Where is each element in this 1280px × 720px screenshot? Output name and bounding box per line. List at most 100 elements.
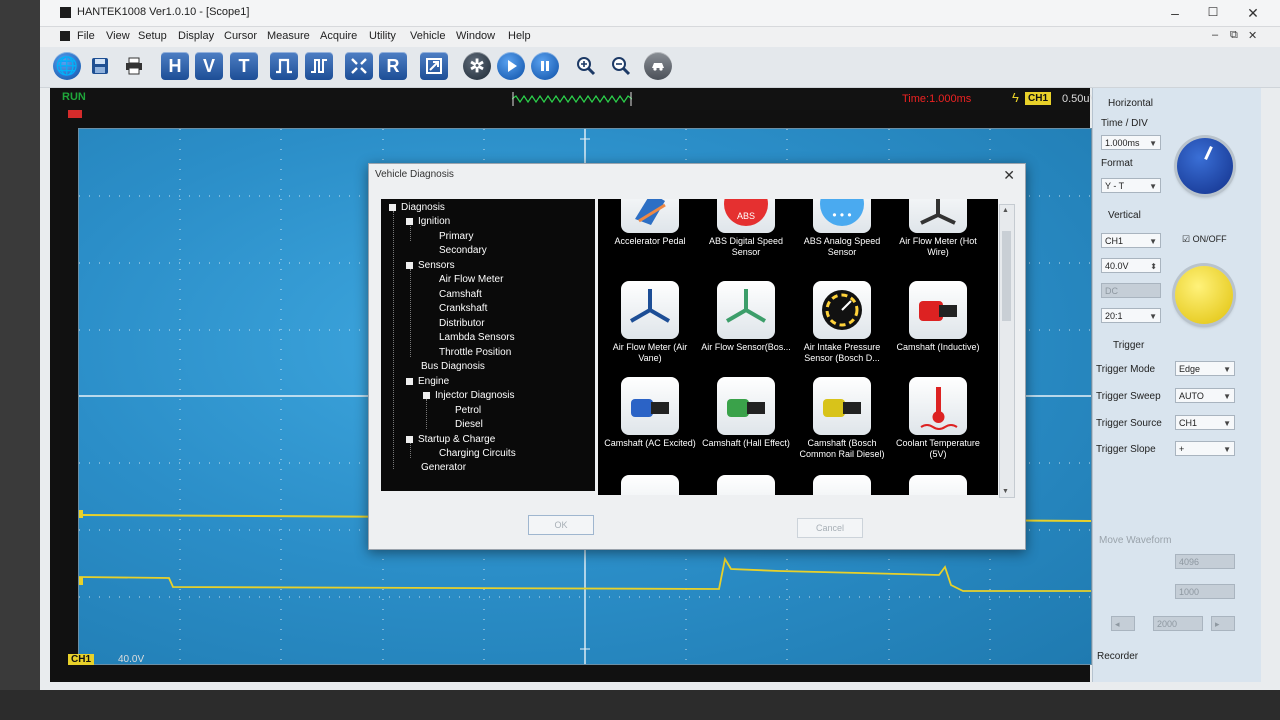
tree-item-distributor[interactable]: Distributor	[439, 318, 485, 329]
scroll-down-icon[interactable]: ▼	[1002, 488, 1009, 495]
tile-partial-3[interactable]	[794, 475, 890, 495]
reference-button[interactable]: R	[379, 52, 407, 80]
print-icon[interactable]	[120, 52, 148, 80]
menu-vehicle[interactable]: Vehicle	[410, 30, 445, 42]
tree-item-lambda-sensors[interactable]: Lambda Sensors	[439, 332, 515, 343]
trigger-position-marker[interactable]	[68, 110, 82, 118]
app-icon	[60, 7, 71, 18]
cancel-button[interactable]: Cancel	[797, 518, 863, 538]
menu-display[interactable]: Display	[178, 30, 214, 42]
globe-icon[interactable]: 🌐	[53, 52, 81, 80]
tree-item-ignition[interactable]: Ignition	[406, 216, 450, 227]
tile-air-intake-pressure-sensor[interactable]: Air Intake Pressure Sensor (Bosch D...	[794, 281, 890, 364]
menu-cursor[interactable]: Cursor	[224, 30, 257, 42]
scroll-up-icon[interactable]: ▲	[1002, 207, 1009, 214]
tree-item-secondary[interactable]: Secondary	[439, 245, 487, 256]
move-right-button[interactable]: ▸	[1211, 616, 1235, 631]
mdi-close-button[interactable]: ✕	[1248, 29, 1257, 42]
tree-item-air-flow-meter[interactable]: Air Flow Meter	[439, 274, 503, 285]
format-select[interactable]: Y - T ▼	[1101, 178, 1161, 193]
tree-item-injector-diagnosis[interactable]: Injector Diagnosis	[423, 390, 514, 401]
scroll-thumb[interactable]	[1002, 231, 1011, 321]
tree-item-bus-diagnosis[interactable]: Bus Diagnosis	[421, 361, 485, 372]
waveform-overview[interactable]	[512, 92, 632, 106]
trigger-sweep-select[interactable]: AUTO ▼	[1175, 388, 1235, 403]
zoom-out-icon[interactable]	[607, 52, 635, 80]
trigger-button[interactable]: T	[230, 52, 258, 80]
trigger-bolt-icon: ϟ	[1012, 90, 1019, 105]
menu-view[interactable]: View	[106, 30, 130, 42]
menu-file[interactable]: File	[77, 30, 95, 42]
tile-air-flow-sensor-bosch[interactable]: Air Flow Sensor(Bos...	[698, 281, 794, 353]
tree-item-startup-charge[interactable]: Startup & Charge	[406, 434, 495, 445]
tile-abs-digital-speed-sensor[interactable]: ABS ABS Digital Speed Sensor	[698, 199, 794, 258]
move-value-field[interactable]: 4096	[1175, 554, 1235, 569]
save-icon[interactable]	[86, 52, 114, 80]
export-icon[interactable]	[420, 52, 448, 80]
trigger-mode-select[interactable]: Edge ▼	[1175, 361, 1235, 376]
auto-set-icon[interactable]	[345, 52, 373, 80]
gear-icon[interactable]: ✲	[463, 52, 491, 80]
channel-select[interactable]: CH1 ▼	[1101, 233, 1161, 248]
time-div-select[interactable]: 1.000ms ▼	[1101, 135, 1161, 150]
tree-item-charging-circuits[interactable]: Charging Circuits	[439, 448, 516, 459]
play-icon[interactable]	[497, 52, 525, 80]
menu-setup[interactable]: Setup	[138, 30, 167, 42]
menu-measure[interactable]: Measure	[267, 30, 310, 42]
time-knob[interactable]	[1177, 138, 1233, 194]
tile-camshaft-inductive[interactable]: Camshaft (Inductive)	[890, 281, 986, 353]
tile-partial-2[interactable]	[698, 475, 794, 495]
car-icon[interactable]	[644, 52, 672, 80]
tile-camshaft-ac-excited[interactable]: Camshaft (AC Excited)	[602, 377, 698, 449]
minimize-button[interactable]: –	[1165, 5, 1185, 21]
move-position-field[interactable]: 2000	[1153, 616, 1203, 631]
volts-stepper[interactable]: 40.0V ⬍	[1101, 258, 1161, 273]
trigger-source-select[interactable]: CH1 ▼	[1175, 415, 1235, 430]
tile-partial-1[interactable]	[602, 475, 698, 495]
tile-coolant-temperature[interactable]: Coolant Temperature (5V)	[890, 377, 986, 460]
zoom-in-icon[interactable]	[572, 52, 600, 80]
pulse-icon[interactable]	[270, 52, 298, 80]
sensor-yellow-icon	[813, 377, 871, 435]
mdi-restore-button[interactable]: ⧉	[1230, 29, 1238, 42]
tree-item-diesel[interactable]: Diesel	[455, 419, 483, 430]
trigger-slope-select[interactable]: + ▼	[1175, 441, 1235, 456]
pulse-invert-icon[interactable]	[305, 52, 333, 80]
tree-item-crankshaft[interactable]: Crankshaft	[439, 303, 487, 314]
horizontal-button[interactable]: H	[161, 52, 189, 80]
tile-partial-4[interactable]	[890, 475, 986, 495]
menu-acquire[interactable]: Acquire	[320, 30, 357, 42]
trigger-slope-label: Trigger Slope	[1096, 444, 1156, 455]
mdi-minimize-button[interactable]: –	[1212, 29, 1218, 41]
tree-item-primary[interactable]: Primary	[439, 231, 473, 242]
tree-item-petrol[interactable]: Petrol	[455, 405, 481, 416]
move-left-button[interactable]: ◂	[1111, 616, 1135, 631]
tree-item-diagnosis[interactable]: Diagnosis	[389, 202, 445, 213]
menu-help[interactable]: Help	[508, 30, 531, 42]
volts-knob[interactable]	[1175, 266, 1233, 324]
coupling-select[interactable]: DC	[1101, 283, 1161, 298]
tile-air-flow-meter-air-vane[interactable]: Air Flow Meter (Air Vane)	[602, 281, 698, 364]
tree-item-engine[interactable]: Engine	[406, 376, 449, 387]
tile-camshaft-bosch-common-rail[interactable]: Camshaft (Bosch Common Rail Diesel)	[794, 377, 890, 460]
maximize-button[interactable]: ☐	[1203, 5, 1223, 19]
icon-scrollbar[interactable]: ▲ ▼	[999, 204, 1015, 498]
tile-air-flow-meter-hot-wire[interactable]: Air Flow Meter (Hot Wire)	[890, 199, 986, 258]
probe-select[interactable]: 20:1 ▼	[1101, 308, 1161, 323]
menu-utility[interactable]: Utility	[369, 30, 396, 42]
vertical-button[interactable]: V	[195, 52, 223, 80]
ok-button[interactable]: OK	[528, 515, 594, 535]
close-button[interactable]: ✕	[1243, 5, 1263, 22]
tree-item-generator[interactable]: Generator	[421, 462, 466, 473]
step-value-field[interactable]: 1000	[1175, 584, 1235, 599]
pause-icon[interactable]	[531, 52, 559, 80]
tree-item-camshaft[interactable]: Camshaft	[439, 289, 482, 300]
onoff-checkbox[interactable]: ☑ ON/OFF	[1182, 234, 1227, 245]
tree-item-throttle-position[interactable]: Throttle Position	[439, 347, 511, 358]
dialog-close-button[interactable]: ✕	[1003, 167, 1015, 184]
tile-camshaft-hall-effect[interactable]: Camshaft (Hall Effect)	[698, 377, 794, 449]
tree-item-sensors[interactable]: Sensors	[406, 260, 455, 271]
tile-abs-analog-speed-sensor[interactable]: • • • ABS Analog Speed Sensor	[794, 199, 890, 258]
menu-window[interactable]: Window	[456, 30, 495, 42]
tile-accelerator-pedal[interactable]: Accelerator Pedal	[602, 199, 698, 247]
